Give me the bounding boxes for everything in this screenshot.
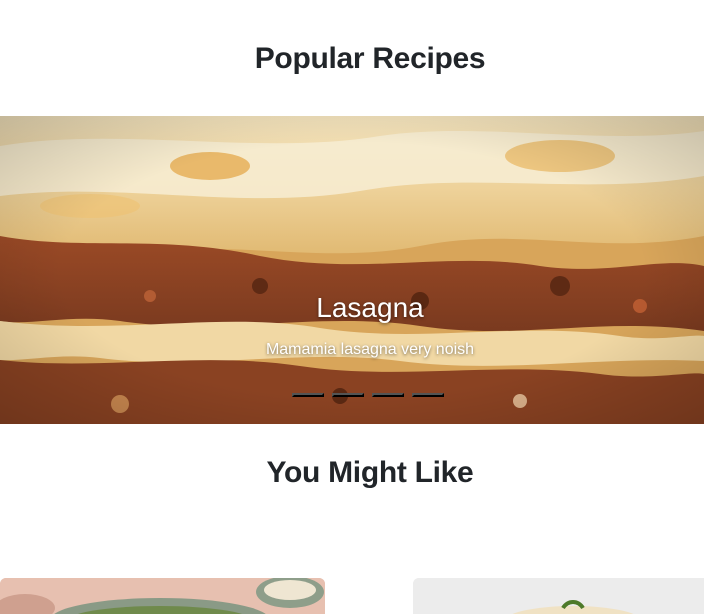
carousel-indicator-1[interactable] (292, 393, 324, 397)
recipe-card-image[interactable] (413, 578, 704, 614)
carousel-indicator-4[interactable] (412, 393, 444, 397)
pasta-dish-image (413, 578, 704, 614)
carousel-indicator-2[interactable] (332, 393, 364, 397)
carousel-indicator-3[interactable] (372, 393, 404, 397)
lasagna-slide-image (0, 116, 704, 424)
recipe-carousel[interactable]: Lasagna Mamamia lasagna very noish (0, 116, 704, 424)
you-might-like-title: You Might Like (266, 456, 474, 489)
recipe-card-image[interactable] (0, 578, 325, 614)
slide-title: Lasagna (316, 292, 424, 323)
popular-recipes-title: Popular Recipes (254, 42, 486, 75)
salad-bowl-image (0, 578, 325, 614)
carousel-indicators (292, 393, 444, 397)
slide-caption: Mamamia lasagna very noish (265, 341, 475, 358)
